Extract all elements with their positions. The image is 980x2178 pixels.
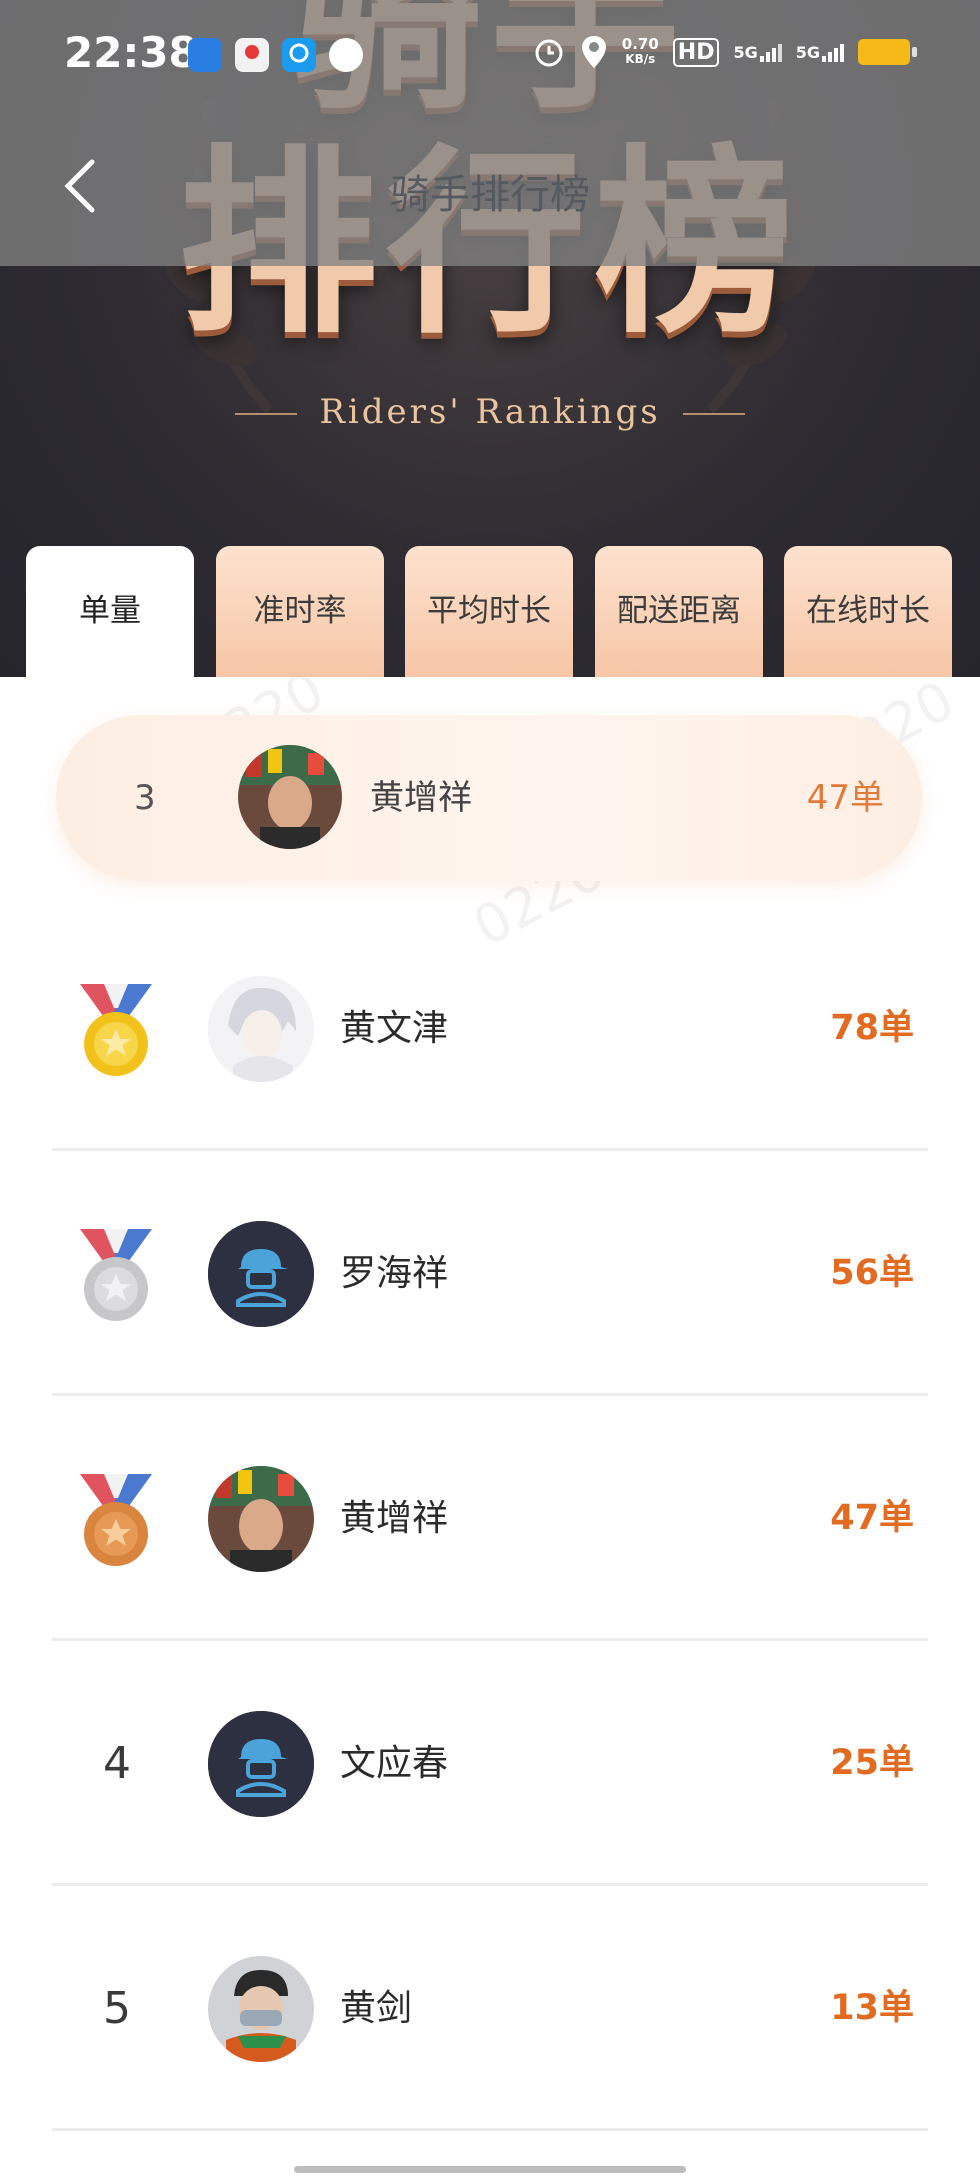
- row-divider: [52, 2128, 928, 2131]
- sim2-label: 5G: [795, 43, 820, 62]
- my-rank-name: 黄增祥: [370, 778, 472, 818]
- white-dot-app-icon: [329, 38, 363, 72]
- rider-order-count: 25单: [830, 1743, 914, 1783]
- eleme-app-icon: [282, 38, 316, 72]
- ranking-row[interactable]: 黄文津 78单: [0, 906, 980, 1151]
- silver-medal-icon: [80, 1229, 152, 1321]
- top-bar-overlay: 22:38 0.70 KB/s HD 5G 5G 骑手排行榜: [0, 0, 980, 266]
- bronze-medal-icon: [80, 1474, 152, 1566]
- tab-delivery-distance[interactable]: 配送距离: [595, 546, 763, 677]
- subtitle-rule-right: [682, 413, 745, 415]
- signal-sim1-icon: 5G: [733, 42, 782, 62]
- hd-icon: HD: [672, 37, 720, 67]
- rider-name: 黄剑: [340, 1988, 413, 2029]
- my-rank-count: 47单: [806, 778, 884, 818]
- network-rate: 0.70 KB/s: [622, 37, 659, 67]
- gold-medal-icon: [80, 984, 152, 1076]
- tab-order-count[interactable]: 单量: [26, 546, 194, 677]
- network-rate-value: 0.70: [621, 35, 659, 53]
- status-system-icons: 0.70 KB/s HD 5G 5G: [532, 34, 917, 70]
- status-notification-icons: [188, 38, 363, 72]
- rank-number: 4: [103, 1738, 131, 1789]
- signal-sim2-icon: 5G: [796, 42, 844, 62]
- location-icon: [581, 36, 606, 68]
- ranking-row[interactable]: 黄增祥 47单: [0, 1396, 980, 1641]
- hero-subtitle-text: Riders' Rankings: [319, 392, 661, 432]
- alarm-icon: [535, 39, 563, 67]
- rider-order-count: 13单: [830, 1988, 914, 2028]
- default-rider-avatar: [208, 1221, 314, 1327]
- tab-average-duration[interactable]: 平均时长: [405, 546, 573, 677]
- network-rate-unit: KB/s: [625, 52, 656, 66]
- man-portrait-avatar: [208, 1466, 314, 1572]
- man-portrait-avatar: [238, 745, 342, 849]
- rider-order-count: 47单: [830, 1498, 914, 1538]
- hero-subtitle: Riders' Rankings: [0, 392, 980, 432]
- tab-online-duration[interactable]: 在线时长: [784, 546, 952, 677]
- rider-order-count: 78单: [830, 1008, 914, 1048]
- rider-name: 黄增祥: [340, 1498, 449, 1539]
- map-pin-app-icon: [235, 38, 269, 72]
- rider-order-count: 56单: [830, 1253, 914, 1293]
- my-rank-card[interactable]: 3 黄增祥 47单: [56, 715, 922, 881]
- page-title: 骑手排行榜: [390, 172, 590, 218]
- status-time: 22:38: [64, 28, 198, 77]
- ranking-row[interactable]: 5 黄剑 13单: [0, 1886, 980, 2131]
- masked-person-avatar: [208, 1956, 314, 2062]
- rider-name: 文应春: [340, 1743, 449, 1784]
- battery-icon: [858, 39, 917, 65]
- ranking-list: 0220 0220 0220 3 黄增祥 47单: [0, 677, 980, 2178]
- rider-name: 罗海祥: [340, 1253, 449, 1294]
- rider-name: 黄文津: [340, 1008, 449, 1049]
- tab-on-time-rate[interactable]: 准时率: [216, 546, 384, 677]
- anime-character-avatar: [208, 976, 314, 1082]
- sim1-label: 5G: [733, 43, 758, 62]
- subtitle-rule-left: [235, 413, 298, 415]
- default-rider-avatar: [208, 1711, 314, 1817]
- ranking-row[interactable]: 4 文应春 25单: [0, 1641, 980, 1886]
- ranking-tabs: 单量 准时率 平均时长 配送距离 在线时长: [26, 546, 956, 677]
- home-indicator[interactable]: [294, 2166, 686, 2173]
- my-rank-number: 3: [134, 778, 156, 818]
- ranking-row[interactable]: 罗海祥 56单: [0, 1151, 980, 1396]
- route-app-icon: [188, 38, 222, 72]
- rank-number: 5: [103, 1983, 131, 2034]
